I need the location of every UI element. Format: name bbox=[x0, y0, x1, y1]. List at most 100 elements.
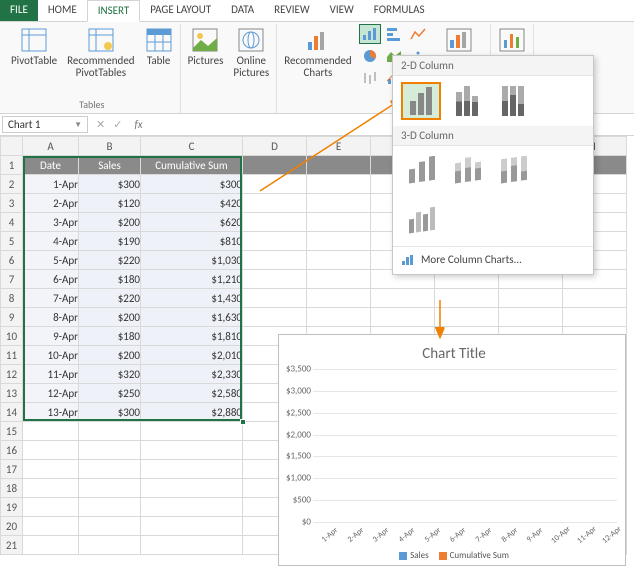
embedded-chart[interactable]: Chart Title $0$500$1,000$1,500$2,000$2,5… bbox=[278, 334, 626, 566]
clustered-column-2d-button[interactable] bbox=[401, 82, 441, 120]
row-header-15[interactable]: 15 bbox=[1, 422, 23, 441]
row-header-12[interactable]: 12 bbox=[1, 365, 23, 384]
row-header-20[interactable]: 20 bbox=[1, 517, 23, 536]
cell-C10[interactable]: $1,810 bbox=[141, 327, 243, 346]
row-header-8[interactable]: 8 bbox=[1, 289, 23, 308]
row-header-4[interactable]: 4 bbox=[1, 213, 23, 232]
cell-B7[interactable]: $180 bbox=[79, 270, 141, 289]
row-header-3[interactable]: 3 bbox=[1, 194, 23, 213]
cell-C3[interactable]: $420 bbox=[141, 194, 243, 213]
cell-A6[interactable]: 5-Apr bbox=[23, 251, 79, 270]
cell-A8[interactable]: 7-Apr bbox=[23, 289, 79, 308]
pivottable-button[interactable]: PivotTable bbox=[8, 24, 60, 69]
row-header-2[interactable]: 2 bbox=[1, 175, 23, 194]
cancel-icon[interactable]: ✕ bbox=[96, 118, 105, 131]
cell-B4[interactable]: $200 bbox=[79, 213, 141, 232]
col-header-C[interactable]: C bbox=[141, 137, 243, 156]
insert-line-chart-button[interactable] bbox=[407, 24, 429, 44]
col-header-A[interactable]: A bbox=[23, 137, 79, 156]
tab-view[interactable]: VIEW bbox=[320, 0, 364, 21]
column-3d-button[interactable] bbox=[401, 202, 441, 240]
row-header-5[interactable]: 5 bbox=[1, 232, 23, 251]
cell-A3[interactable]: 2-Apr bbox=[23, 194, 79, 213]
chart-plot-area[interactable]: $0$500$1,000$1,500$2,000$2,500$3,000$3,5… bbox=[313, 369, 617, 522]
clustered-column-3d-button[interactable] bbox=[401, 152, 441, 190]
cell-A9[interactable]: 8-Apr bbox=[23, 308, 79, 327]
cell-B9[interactable]: $200 bbox=[79, 308, 141, 327]
insert-pie-chart-button[interactable] bbox=[359, 46, 381, 66]
stacked-column-3d-button[interactable] bbox=[447, 152, 487, 190]
row-header-10[interactable]: 10 bbox=[1, 327, 23, 346]
row-header-19[interactable]: 19 bbox=[1, 498, 23, 517]
insert-column-chart-button[interactable] bbox=[359, 24, 381, 44]
cell-C13[interactable]: $2,580 bbox=[141, 384, 243, 403]
tab-pagelayout[interactable]: PAGE LAYOUT bbox=[140, 0, 221, 21]
cell-B1[interactable]: Sales bbox=[79, 156, 141, 175]
cell-C2[interactable]: $300 bbox=[141, 175, 243, 194]
tab-review[interactable]: REVIEW bbox=[264, 0, 320, 21]
row-header-21[interactable]: 21 bbox=[1, 536, 23, 555]
cell-C8[interactable]: $1,430 bbox=[141, 289, 243, 308]
insert-stock-chart-button[interactable] bbox=[359, 68, 381, 88]
cell-C5[interactable]: $810 bbox=[141, 232, 243, 251]
cell-B3[interactable]: $120 bbox=[79, 194, 141, 213]
row-header-14[interactable]: 14 bbox=[1, 403, 23, 422]
cell-A1[interactable]: Date bbox=[23, 156, 79, 175]
cell-B14[interactable]: $300 bbox=[79, 403, 141, 422]
cell-A2[interactable]: 1-Apr bbox=[23, 175, 79, 194]
stacked100-column-3d-button[interactable] bbox=[493, 152, 533, 190]
stacked-column-2d-button[interactable] bbox=[447, 82, 487, 120]
cell-B8[interactable]: $220 bbox=[79, 289, 141, 308]
tab-formulas[interactable]: FORMULAS bbox=[364, 0, 435, 21]
cell-C12[interactable]: $2,330 bbox=[141, 365, 243, 384]
chart-title[interactable]: Chart Title bbox=[287, 341, 621, 369]
cell-B2[interactable]: $300 bbox=[79, 175, 141, 194]
more-column-charts-button[interactable]: More Column Charts... bbox=[393, 246, 593, 274]
cell-A13[interactable]: 12-Apr bbox=[23, 384, 79, 403]
cell-B6[interactable]: $220 bbox=[79, 251, 141, 270]
tab-home[interactable]: HOME bbox=[38, 0, 87, 21]
cell-C9[interactable]: $1,630 bbox=[141, 308, 243, 327]
cell-C7[interactable]: $1,210 bbox=[141, 270, 243, 289]
stacked100-column-2d-button[interactable] bbox=[493, 82, 533, 120]
row-header-7[interactable]: 7 bbox=[1, 270, 23, 289]
pictures-button[interactable]: Pictures bbox=[185, 24, 227, 69]
cell-A12[interactable]: 11-Apr bbox=[23, 365, 79, 384]
row-header-13[interactable]: 13 bbox=[1, 384, 23, 403]
cell-C11[interactable]: $2,010 bbox=[141, 346, 243, 365]
cell-B11[interactable]: $200 bbox=[79, 346, 141, 365]
cell-A5[interactable]: 4-Apr bbox=[23, 232, 79, 251]
name-box[interactable]: Chart 1▼ bbox=[2, 116, 88, 133]
col-header-B[interactable]: B bbox=[79, 137, 141, 156]
cell-B10[interactable]: $180 bbox=[79, 327, 141, 346]
recommended-charts-button[interactable]: Recommended Charts bbox=[281, 24, 354, 81]
col-header-E[interactable]: E bbox=[307, 137, 371, 156]
cell-B12[interactable]: $320 bbox=[79, 365, 141, 384]
row-header-18[interactable]: 18 bbox=[1, 479, 23, 498]
online-pictures-button[interactable]: Online Pictures bbox=[230, 24, 272, 81]
row-header-16[interactable]: 16 bbox=[1, 441, 23, 460]
cell-C4[interactable]: $620 bbox=[141, 213, 243, 232]
col-header-D[interactable]: D bbox=[243, 137, 307, 156]
row-header-6[interactable]: 6 bbox=[1, 251, 23, 270]
recommended-pivottables-button[interactable]: Recommended PivotTables bbox=[64, 24, 137, 81]
insert-bar-chart-button[interactable] bbox=[383, 24, 405, 44]
cell-B13[interactable]: $250 bbox=[79, 384, 141, 403]
cell-A11[interactable]: 10-Apr bbox=[23, 346, 79, 365]
row-header-9[interactable]: 9 bbox=[1, 308, 23, 327]
tab-insert[interactable]: INSERT bbox=[87, 0, 141, 22]
cell-A7[interactable]: 6-Apr bbox=[23, 270, 79, 289]
cell-C14[interactable]: $2,880 bbox=[141, 403, 243, 422]
cell-B5[interactable]: $190 bbox=[79, 232, 141, 251]
cell-C6[interactable]: $1,030 bbox=[141, 251, 243, 270]
row-header-1[interactable]: 1 bbox=[1, 156, 23, 175]
tab-file[interactable]: FILE bbox=[0, 0, 38, 21]
cell-A4[interactable]: 3-Apr bbox=[23, 213, 79, 232]
table-button[interactable]: Table bbox=[142, 24, 176, 69]
cell-A14[interactable]: 13-Apr bbox=[23, 403, 79, 422]
tab-data[interactable]: DATA bbox=[221, 0, 264, 21]
enter-icon[interactable]: ✓ bbox=[113, 118, 122, 131]
cell-C1[interactable]: Cumulative Sum bbox=[141, 156, 243, 175]
cell-A10[interactable]: 9-Apr bbox=[23, 327, 79, 346]
row-header-17[interactable]: 17 bbox=[1, 460, 23, 479]
